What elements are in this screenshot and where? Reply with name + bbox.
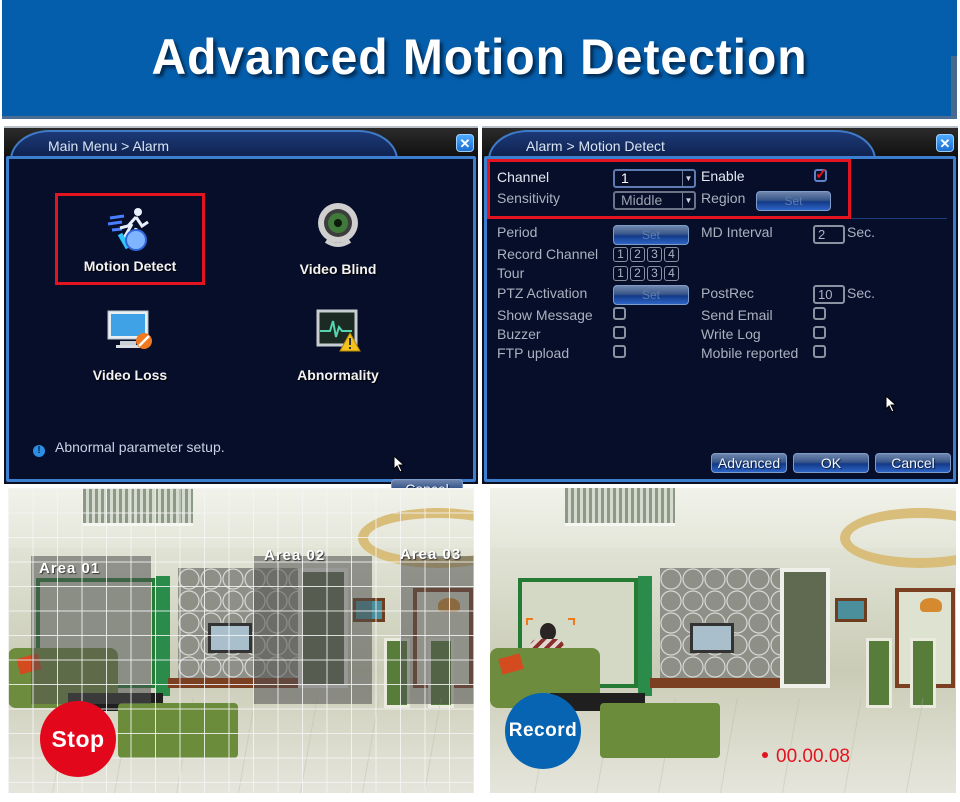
md-interval-label: MD Interval — [701, 224, 773, 240]
ptz-set-button[interactable]: Set — [613, 285, 689, 305]
close-icon: ✕ — [939, 136, 951, 151]
info-message: ! Abnormal parameter setup. — [33, 439, 225, 457]
md-interval-input[interactable]: 2 — [813, 225, 845, 244]
buzzer-checkbox[interactable] — [613, 326, 626, 339]
tour-channel-3[interactable]: 3 — [647, 266, 662, 281]
monitor-no-signal-icon — [107, 310, 152, 349]
recording-timer: 00.00.08 — [762, 746, 850, 768]
close-button[interactable]: ✕ — [456, 134, 474, 152]
painting — [835, 598, 867, 622]
divider — [851, 218, 947, 219]
page-title: Advanced Motion Detection — [151, 29, 808, 85]
camera-view-record: Record 00.00.08 — [490, 488, 956, 793]
channel-value: 1 — [621, 170, 629, 186]
tour-channel-1[interactable]: 1 — [613, 266, 628, 281]
alcove — [780, 568, 830, 688]
menu-item-label: Video Loss — [92, 367, 168, 383]
send-email-label: Send Email — [701, 307, 773, 323]
sensitivity-select[interactable]: Middle ▼ — [613, 191, 696, 210]
info-icon: ! — [33, 445, 45, 457]
show-message-checkbox[interactable] — [613, 307, 626, 320]
running-man-icon — [107, 208, 149, 251]
breadcrumb: Alarm > Motion Detect — [526, 138, 665, 154]
channel-select[interactable]: 1 ▼ — [613, 169, 696, 188]
enable-checkbox[interactable]: ✓ — [814, 166, 828, 183]
channel-label: Channel — [497, 169, 550, 185]
record-badge: Record — [505, 693, 581, 769]
advanced-button[interactable]: Advanced — [711, 453, 787, 473]
mobile-reported-checkbox[interactable] — [813, 345, 826, 358]
menu-item-abnormality[interactable]: Abnormality — [263, 299, 413, 391]
area-label-1: Area 01 — [39, 560, 101, 577]
record-channel-2[interactable]: 2 — [630, 247, 645, 262]
stop-badge: Stop — [40, 701, 116, 777]
enable-label: Enable — [701, 168, 745, 184]
menu-item-label: Abnormality — [297, 367, 379, 383]
heartbeat-warning-icon — [316, 309, 361, 352]
recording-dot-icon — [762, 752, 768, 758]
menu-item-motion-detect[interactable]: Motion Detect — [55, 193, 205, 285]
record-channel-label: Record Channel — [497, 246, 599, 262]
timer-value: 00.00.08 — [776, 746, 850, 767]
buzzer-label: Buzzer — [497, 326, 541, 342]
tour-channel-2[interactable]: 2 — [630, 266, 645, 281]
send-email-checkbox[interactable] — [813, 307, 826, 320]
info-text: Abnormal parameter setup. — [55, 439, 225, 455]
write-log-label: Write Log — [701, 326, 761, 342]
banner-edge — [951, 56, 957, 116]
sensitivity-value: Middle — [621, 192, 663, 208]
menu-item-label: Motion Detect — [83, 258, 177, 274]
breadcrumb: Main Menu > Alarm — [48, 138, 169, 154]
sensitivity-label: Sensitivity — [497, 190, 561, 206]
mobile-reported-label: Mobile reported — [701, 345, 799, 361]
tv — [690, 623, 734, 653]
tour-channel-4[interactable]: 4 — [664, 266, 679, 281]
pendant-lamp — [920, 598, 942, 612]
tour-label: Tour — [497, 265, 525, 281]
menu-item-video-blind[interactable]: Video Blind — [263, 193, 413, 285]
title-banner: Advanced Motion Detection — [2, 0, 957, 116]
period-set-button[interactable]: Set — [613, 225, 689, 245]
motion-detect-body: Channel 1 ▼ Enable ✓ Sensitivity Middle … — [484, 156, 956, 482]
postrec-input[interactable]: 10 — [813, 285, 845, 304]
postrec-unit: Sec. — [847, 285, 876, 301]
chevron-down-icon: ▼ — [682, 193, 694, 208]
alarm-menu-body: Motion Detect Video Blind Video Loss Abn… — [6, 156, 476, 499]
menu-item-label: Video Blind — [299, 261, 377, 277]
alarm-menu-window: Main Menu > Alarm ✕ Motion Detect Video … — [4, 126, 478, 499]
region-label: Region — [701, 190, 746, 206]
show-message-label: Show Message — [497, 307, 593, 323]
focus-bracket-icon — [568, 618, 575, 625]
ftp-upload-checkbox[interactable] — [613, 345, 626, 358]
tv-stand — [650, 678, 780, 688]
ftp-upload-label: FTP upload — [497, 345, 570, 361]
postrec-label: PostRec — [701, 285, 754, 301]
eye-camera-icon — [318, 203, 358, 247]
focus-bracket-icon — [526, 618, 533, 625]
area-label-2: Area 02 — [264, 547, 326, 564]
menu-item-video-loss[interactable]: Video Loss — [55, 299, 205, 391]
close-icon: ✕ — [459, 136, 471, 151]
close-button[interactable]: ✕ — [936, 134, 954, 152]
ptz-activation-label: PTZ Activation — [497, 285, 588, 301]
region-set-button[interactable]: Set — [756, 191, 831, 211]
ottoman — [600, 703, 720, 758]
ok-button[interactable]: OK — [793, 453, 869, 473]
chandelier — [565, 488, 675, 526]
cancel-button[interactable]: Cancel — [875, 453, 951, 473]
write-log-checkbox[interactable] — [813, 326, 826, 339]
period-label: Period — [497, 224, 538, 240]
camera-view-stop: Area 01 Area 02 Area 03 Stop — [8, 488, 474, 793]
checkmark-icon: ✓ — [815, 166, 828, 183]
md-interval-unit: Sec. — [847, 224, 876, 240]
record-channel-1[interactable]: 1 — [613, 247, 628, 262]
chevron-down-icon: ▼ — [682, 171, 694, 186]
motion-detect-window: Alarm > Motion Detect ✕ Channel 1 ▼ Enab… — [482, 126, 958, 484]
area-label-3: Area 03 — [400, 546, 462, 563]
record-channel-3[interactable]: 3 — [647, 247, 662, 262]
record-channel-4[interactable]: 4 — [664, 247, 679, 262]
